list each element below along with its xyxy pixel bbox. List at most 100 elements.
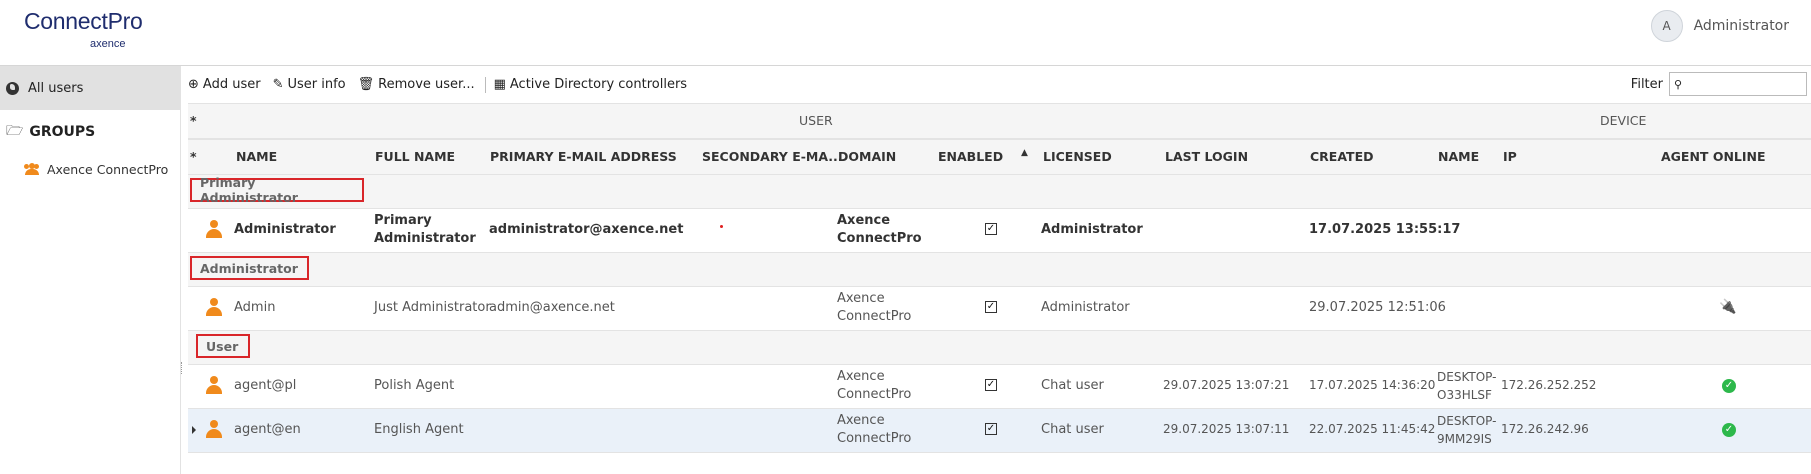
cell-domain: Axence ConnectPro — [837, 412, 911, 448]
pencil-icon: ✎ — [272, 77, 284, 92]
cell-device-name: DESKTOP- O33HLSF — [1437, 368, 1496, 404]
validation-dot-icon — [720, 225, 723, 228]
sort-ascending-icon[interactable]: ▲ — [1021, 148, 1028, 158]
user-name[interactable]: Administrator — [1694, 18, 1789, 34]
device-name-line: DESKTOP- — [1437, 370, 1497, 384]
cell-device-name: DESKTOP- 9MM29IS — [1437, 412, 1496, 448]
full-name-line: Administrator — [374, 231, 476, 246]
column-header-agent-online[interactable]: AGENT ONLINE — [1661, 149, 1766, 164]
column-header-created[interactable]: CREATED — [1310, 149, 1373, 164]
table-row[interactable]: agent@pl Polish Agent Axence ConnectPro … — [188, 365, 1811, 409]
groups-label: GROUPS — [29, 124, 96, 140]
star-column-header[interactable]: * — [190, 149, 197, 164]
domain-line: ConnectPro — [837, 431, 912, 446]
enabled-checkbox[interactable]: ✓ — [985, 423, 997, 435]
user-group-header: USER — [799, 113, 833, 128]
row-expand-icon[interactable] — [192, 426, 196, 434]
cell-full-name: Primary Administrator — [374, 212, 476, 248]
trash-icon: 🗑 — [357, 77, 375, 92]
sidebar-item-label: All users — [28, 80, 84, 96]
column-header-device-name[interactable]: NAME — [1438, 149, 1479, 164]
cell-domain: Axence ConnectPro — [837, 368, 911, 404]
table-row[interactable]: Administrator Primary Administrator admi… — [188, 209, 1811, 253]
sidebar-item-group[interactable]: Axence ConnectPro — [0, 154, 180, 184]
full-name-line: Primary — [374, 213, 432, 228]
cell-domain: Axence ConnectPro — [837, 212, 922, 248]
plus-circle-icon: ⊕ — [188, 77, 199, 92]
cell-domain: Axence ConnectPro — [837, 290, 911, 326]
toolbar: ⊕ Add user ✎ User info 🗑 Remove user... … — [188, 66, 1811, 103]
filter-label: Filter — [1630, 76, 1663, 92]
user-icon — [206, 220, 222, 240]
column-header-primary-email[interactable]: PRIMARY E-MAIL ADDRESS — [490, 149, 677, 164]
cell-name: agent@pl — [234, 378, 297, 393]
column-header-full-name[interactable]: FULL NAME — [375, 149, 455, 164]
group-row-primary-administrator[interactable]: Primary Administrator — [188, 175, 1811, 209]
cell-ip: 172.26.252.252 — [1501, 378, 1597, 392]
globe-icon — [6, 81, 19, 95]
table-group-header-row: * USER DEVICE — [188, 103, 1811, 139]
cell-created: 22.07.2025 11:45:42 — [1309, 422, 1436, 436]
cell-licensed: Chat user — [1041, 422, 1104, 437]
logo-main-text: ConnectPro — [24, 8, 143, 34]
sidebar-item-all-users[interactable]: All users — [0, 66, 180, 110]
add-user-button[interactable]: ⊕ Add user — [188, 77, 261, 92]
device-group-header: DEVICE — [1600, 113, 1647, 128]
column-header-last-login[interactable]: LAST LOGIN — [1165, 149, 1248, 164]
device-name-line: 9MM29IS — [1437, 432, 1492, 446]
folder-icon: 🗁 — [6, 123, 24, 139]
device-name-line: DESKTOP- — [1437, 414, 1497, 428]
table-row-selected[interactable]: agent@en English Agent Axence ConnectPro… — [188, 409, 1811, 453]
column-header-enabled[interactable]: ENABLED — [938, 149, 1003, 164]
user-icon — [206, 420, 222, 440]
cell-full-name: Polish Agent — [374, 378, 455, 393]
column-header-secondary-email[interactable]: SECONDARY E-MA... — [702, 149, 843, 164]
remove-user-button[interactable]: 🗑 Remove user... — [358, 77, 475, 92]
table-row[interactable]: Admin Just Administrator admin@axence.ne… — [188, 287, 1811, 331]
group-row-user[interactable]: User — [188, 331, 1811, 365]
sidebar-splitter-handle[interactable] — [181, 362, 184, 374]
domain-line: ConnectPro — [837, 387, 912, 402]
sidebar-groups-header: 🗁 GROUPS — [0, 110, 180, 154]
user-icon — [206, 298, 222, 318]
app-logo: ConnectPro axence — [24, 8, 143, 50]
cell-licensed: Administrator — [1041, 222, 1143, 237]
cell-full-name: Just Administrator — [374, 300, 491, 315]
toolbar-divider — [484, 76, 486, 93]
group-row-administrator[interactable]: Administrator — [188, 253, 1811, 287]
filter-input[interactable] — [1685, 76, 1800, 92]
enabled-checkbox[interactable]: ✓ — [985, 301, 997, 313]
cell-created: 17.07.2025 14:36:20 — [1309, 378, 1436, 392]
user-info-label: User info — [287, 77, 346, 92]
group-label: Primary Administrator — [190, 175, 364, 205]
app-header: ConnectPro axence A Administrator — [0, 0, 1811, 66]
group-users-icon — [24, 163, 40, 175]
cell-full-name: English Agent — [374, 422, 464, 437]
column-header-name[interactable]: NAME — [236, 149, 277, 164]
column-header-ip[interactable]: IP — [1503, 149, 1517, 164]
remote-plug-icon[interactable]: 🔌 — [1719, 299, 1736, 315]
group-label: User — [196, 334, 250, 358]
cell-ip: 172.26.242.96 — [1501, 422, 1589, 436]
main-content: ⊕ Add user ✎ User info 🗑 Remove user... … — [188, 66, 1811, 474]
add-user-label: Add user — [202, 77, 261, 92]
domain-line: Axence — [837, 413, 885, 428]
domain-line: ConnectPro — [837, 231, 922, 246]
cell-name: agent@en — [234, 422, 301, 437]
star-column-header[interactable]: * — [190, 113, 197, 128]
active-directory-controllers-button[interactable]: ▦ Active Directory controllers — [494, 77, 687, 92]
user-menu[interactable]: A Administrator — [1650, 10, 1789, 42]
enabled-checkbox[interactable]: ✓ — [985, 379, 997, 391]
avatar[interactable]: A — [1650, 10, 1683, 42]
filter-input-box[interactable]: ⚲ — [1669, 72, 1807, 96]
search-icon: ⚲ — [1674, 77, 1683, 91]
cell-created: 29.07.2025 12:51:06 — [1309, 300, 1446, 315]
enabled-checkbox[interactable]: ✓ — [985, 223, 997, 235]
domain-line: Axence — [837, 213, 891, 228]
user-info-button[interactable]: ✎ User info — [273, 77, 346, 92]
cell-created: 17.07.2025 13:55:17 — [1309, 222, 1461, 237]
column-header-domain[interactable]: DOMAIN — [838, 149, 896, 164]
cell-primary-email: admin@axence.net — [489, 300, 615, 315]
column-header-licensed[interactable]: LICENSED — [1043, 149, 1112, 164]
domain-line: Axence — [837, 369, 885, 384]
